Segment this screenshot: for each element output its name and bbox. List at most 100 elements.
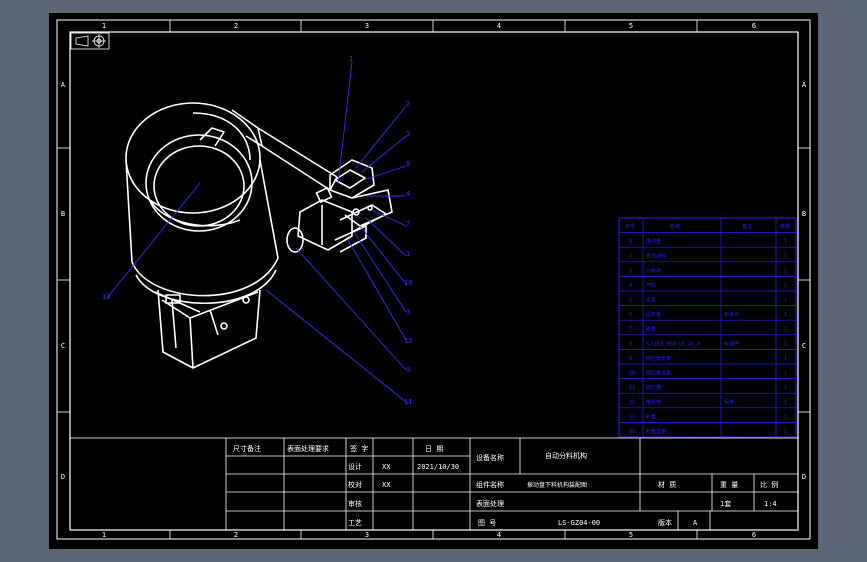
- scale-value: 1:4: [764, 500, 777, 508]
- bom-cell-no: 1: [629, 239, 632, 245]
- bom-cell-qty: 1: [784, 254, 787, 260]
- zone-top-4: 4: [497, 22, 501, 30]
- bom-cell-no: 13: [629, 429, 635, 435]
- zone-bottom-2: 2: [234, 531, 238, 539]
- bom-cell-name: 振动盘: [646, 238, 661, 245]
- label-audit: 审核: [348, 499, 362, 508]
- label-surface-req: 表面处理要求: [287, 444, 329, 453]
- label-weight: 重 量: [720, 481, 738, 489]
- bom-cell-qty: 1: [784, 429, 787, 435]
- bom-cell-qty: 1: [784, 356, 787, 362]
- bom-cell-name: 推料块: [646, 399, 661, 406]
- bom-cell-name: 感应器支架: [646, 355, 671, 362]
- label-material: 材 质: [658, 480, 676, 489]
- bom-cell-no: 10: [629, 371, 635, 377]
- zone-top-2: 2: [234, 22, 238, 30]
- check-sign-value: XX: [382, 481, 391, 489]
- bom-cell-qty: 1: [784, 312, 787, 318]
- zone-left-b: B: [61, 210, 65, 218]
- bom-cell-no: 8: [629, 341, 632, 347]
- bom-cell-qty: 1: [784, 371, 787, 377]
- bom-cell-no: 5: [629, 298, 632, 304]
- drawing-number: LS-GZ04-00: [558, 519, 600, 527]
- cad-drawing-canvas: 1 2 3 4 5 6 1 2 3 4 5 6 A B C D A B C D: [49, 13, 818, 549]
- bom-header-cell: 数量: [780, 223, 790, 230]
- bom-header-cell: 名称: [670, 223, 680, 230]
- zone-top-6: 6: [752, 22, 756, 30]
- bom-cell-qty: 1: [784, 298, 787, 304]
- bom-cell-name: 支架: [646, 297, 656, 304]
- balloon-label: 1: [349, 55, 353, 63]
- label-drawing-no: 图 号: [478, 519, 496, 527]
- project-name: 自动分料机构: [545, 451, 587, 460]
- zone-top-1: 1: [102, 22, 106, 30]
- bom-cell-name: 分料块: [646, 267, 661, 274]
- bom-cell-name: S-CD55_M58_D5_4%_0: [646, 341, 700, 347]
- bom-cell-no: 7: [629, 327, 632, 333]
- bom-cell-remark: 标准: [724, 399, 734, 406]
- bom-cell-qty: 1: [784, 341, 787, 347]
- zone-right-b: B: [802, 210, 806, 218]
- balloon-label: 8: [406, 160, 410, 168]
- bom-header-cell: 序号: [625, 223, 635, 230]
- balloon-label: 10: [404, 279, 412, 287]
- bom-cell-name: 料盘支架: [646, 428, 666, 435]
- bom-cell-qty: 1: [784, 283, 787, 289]
- assembly-name: 振动盘下料机构装配图: [527, 481, 587, 489]
- balloon-label: 3: [406, 130, 410, 138]
- zone-left-c: C: [61, 342, 65, 350]
- label-assembly: 组件名称: [476, 480, 504, 489]
- balloon-label: 4: [406, 190, 410, 198]
- zone-left-d: D: [61, 473, 65, 481]
- label-date: 日 期: [425, 445, 443, 453]
- bom-cell-no: 4: [629, 283, 632, 289]
- balloon-label: 11: [404, 398, 412, 406]
- bom-cell-name: 底板: [646, 326, 656, 333]
- bom-cell-remark: 标准件: [724, 311, 739, 318]
- bom-cell-qty: 1: [784, 414, 787, 420]
- label-craft: 工艺: [348, 519, 362, 527]
- zone-right-d: D: [802, 473, 806, 481]
- zone-top-3: 3: [365, 22, 369, 30]
- bom-cell-qty: 1: [784, 239, 787, 245]
- bom-cell-qty: 1: [784, 268, 787, 274]
- bom-cell-no: 12: [629, 400, 635, 406]
- zone-bottom-4: 4: [497, 531, 501, 539]
- balloon-label: 9: [406, 366, 410, 374]
- bom-cell-name: 直线送料: [646, 253, 666, 260]
- balloon-label: 7: [406, 220, 410, 228]
- zone-right-c: C: [802, 342, 806, 350]
- bom-cell-name: 感应器: [646, 384, 661, 391]
- bom-cell-no: 13: [629, 414, 635, 420]
- bom-cell-qty: 1: [784, 400, 787, 406]
- zone-top-5: 5: [629, 22, 633, 30]
- bom-cell-name: 料盘: [646, 413, 656, 420]
- balloon-label: 13: [102, 293, 110, 301]
- label-version: 版本: [658, 518, 672, 527]
- bom-cell-name: 固定板: [646, 311, 661, 318]
- bom-cell-name: 感应器支架: [646, 370, 671, 377]
- zone-bottom-6: 6: [752, 531, 756, 539]
- bom-cell-qty: 1: [784, 385, 787, 391]
- bom-cell-no: 6: [629, 312, 632, 318]
- bom-cell-no: 11: [629, 385, 635, 391]
- bom-header-cell: 备注: [742, 223, 752, 230]
- bom-cell-remark: 标准件: [724, 340, 739, 347]
- design-date-value: 2021/10/30: [417, 463, 459, 471]
- label-scale: 比 例: [760, 480, 778, 489]
- bom-cell-no: 2: [629, 254, 632, 260]
- balloon-label: 3: [406, 308, 410, 316]
- bom-cell-name: 气缸: [646, 282, 656, 289]
- label-check: 校对: [348, 480, 362, 489]
- balloon-label: 2: [406, 100, 410, 108]
- design-sign-value: XX: [382, 463, 391, 471]
- label-project: 设备名称: [476, 453, 504, 462]
- label-dims: 尺寸备注: [233, 444, 261, 453]
- label-design: 设计: [348, 462, 362, 471]
- balloon-label: 1: [406, 250, 410, 258]
- zone-bottom-5: 5: [629, 531, 633, 539]
- zone-bottom-1: 1: [102, 531, 106, 539]
- bom-cell-no: 9: [629, 356, 632, 362]
- quantity-value: 1套: [720, 499, 731, 508]
- label-surface: 表面处理: [476, 499, 504, 508]
